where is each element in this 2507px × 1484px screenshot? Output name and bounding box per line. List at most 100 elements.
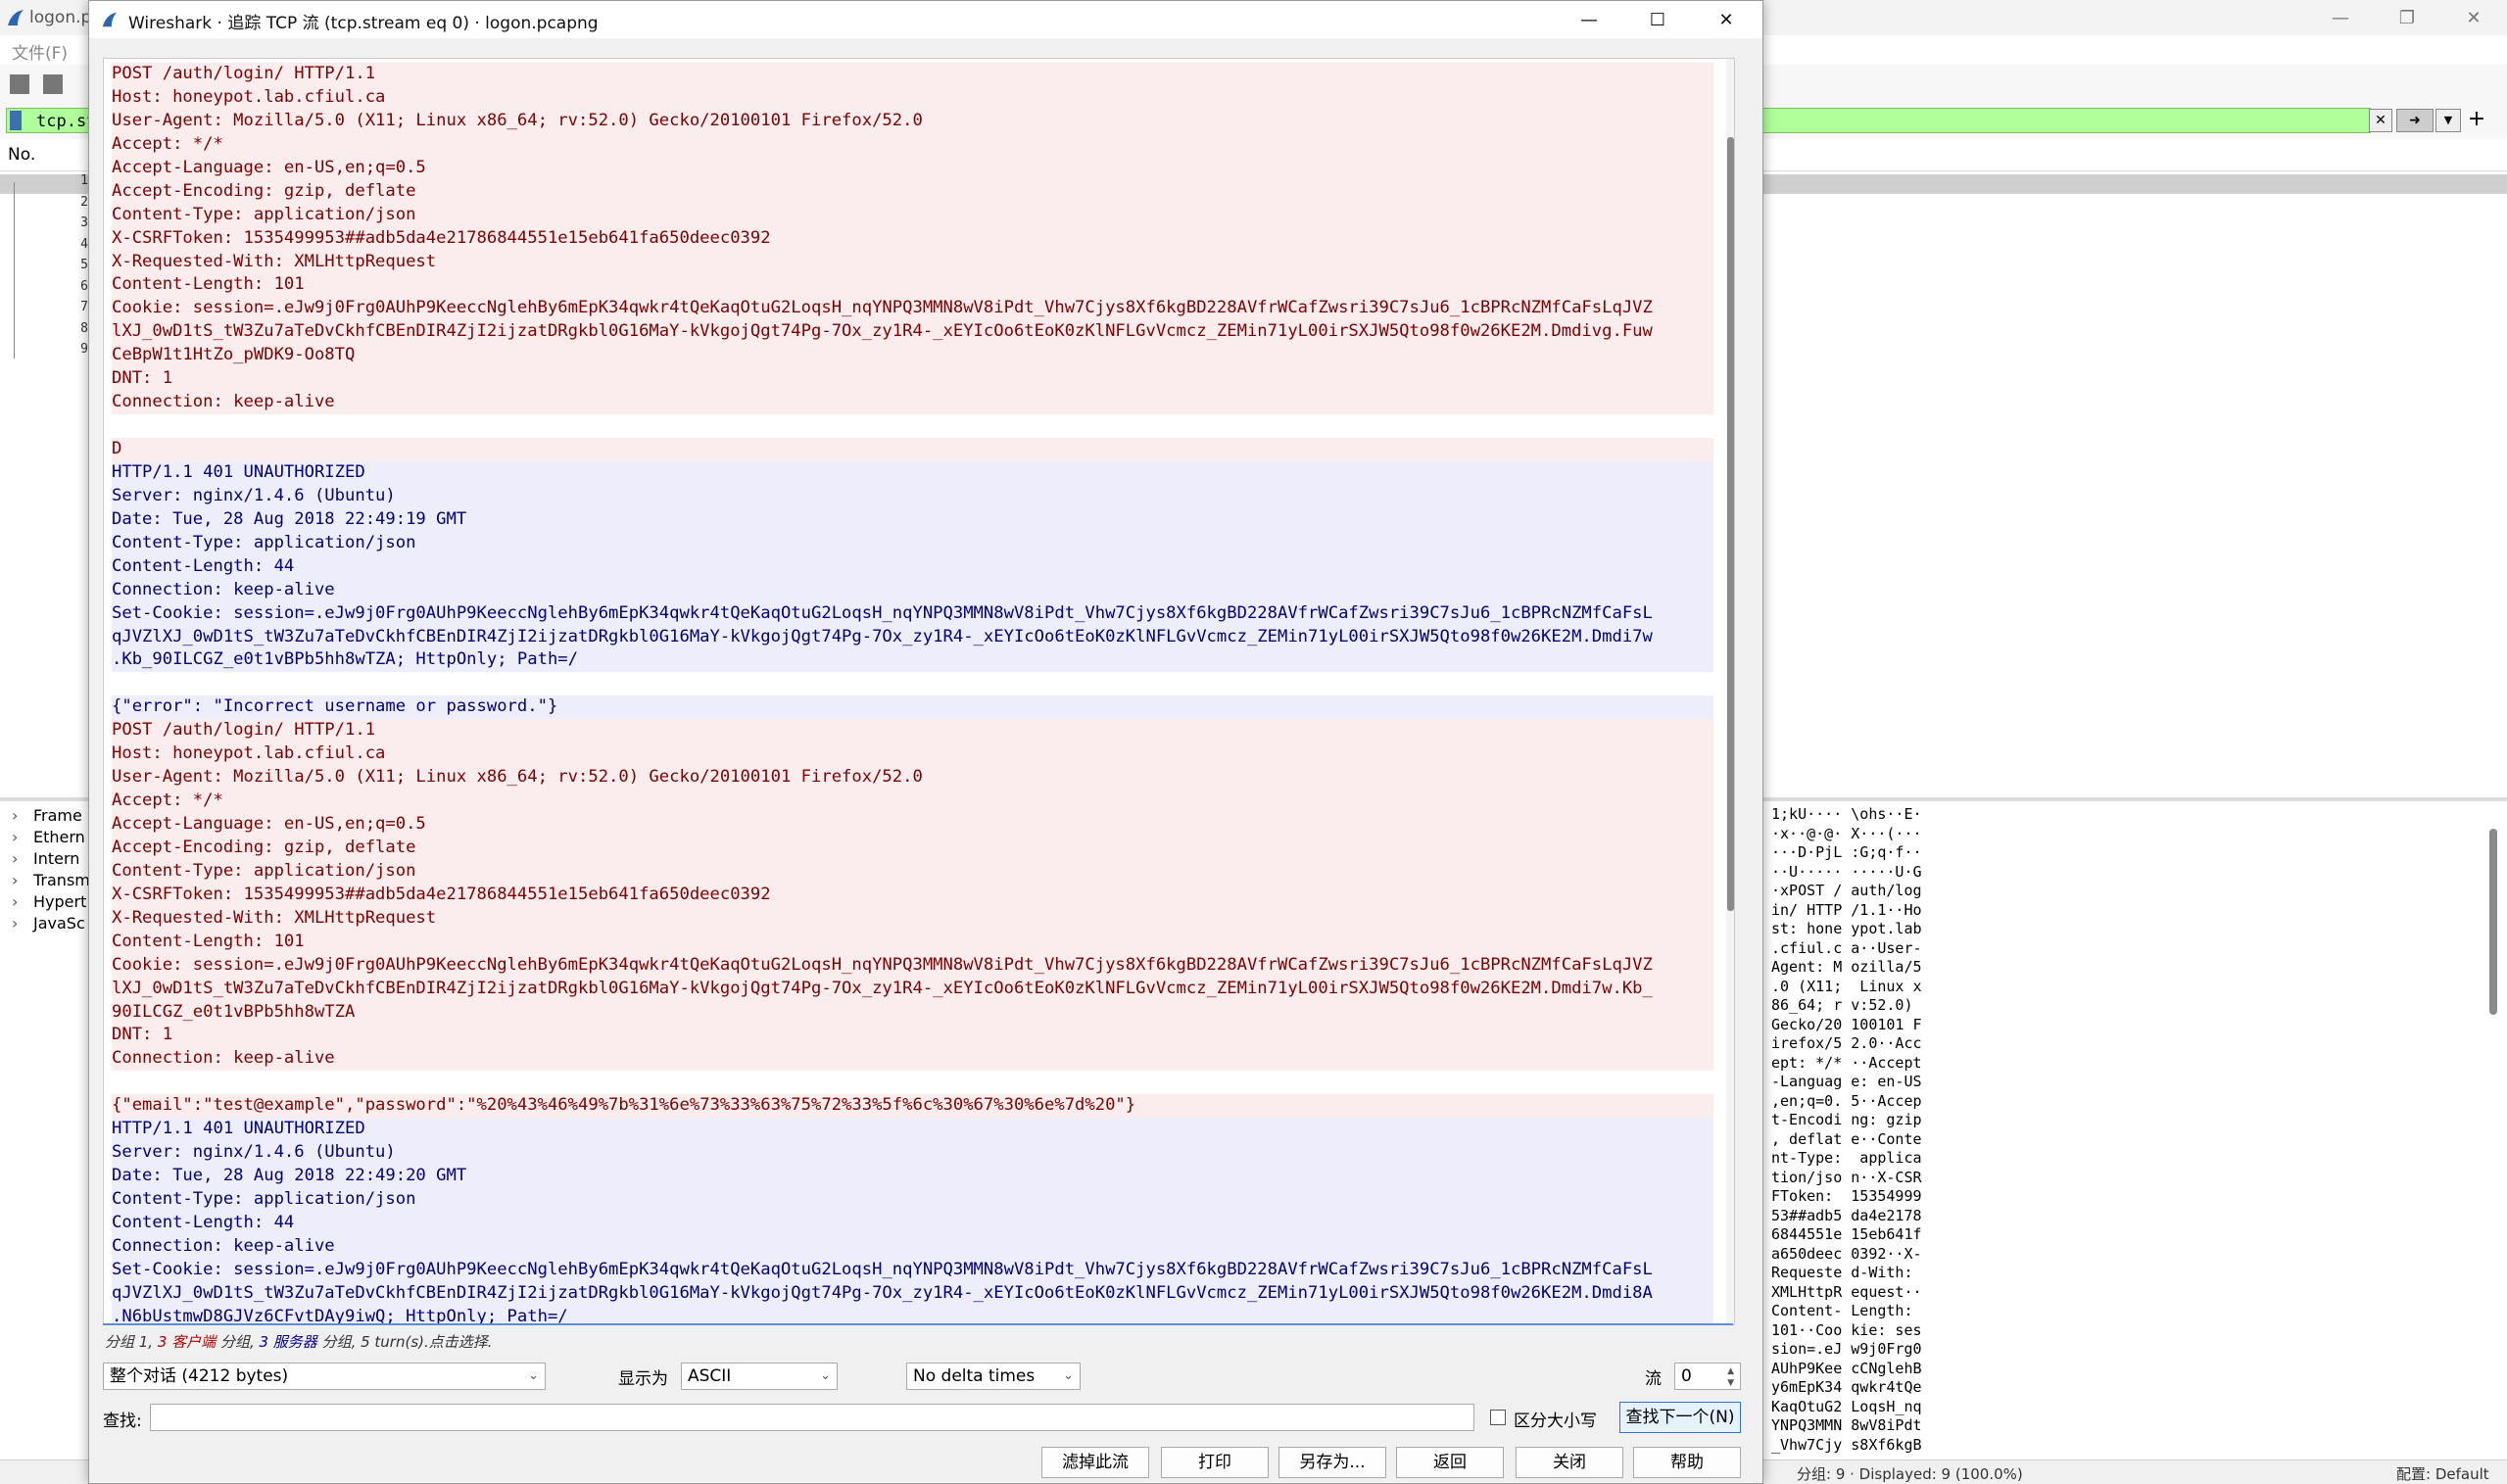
client-line[interactable]: Accept: */* (112, 132, 1713, 157)
server-line[interactable]: Server: nginx/1.4.6 (Ubuntu) (112, 484, 1713, 508)
print-button[interactable]: 打印 (1161, 1447, 1269, 1478)
packet-number[interactable]: 4 (10, 234, 88, 256)
server-line[interactable]: Server: nginx/1.4.6 (Ubuntu) (112, 1141, 1713, 1166)
client-line[interactable]: Cookie: session=.eJw9j0Frg0AUhP9KeeccNgl… (112, 953, 1713, 978)
packet-number[interactable]: 7 (10, 297, 88, 318)
server-line[interactable]: HTTP/1.1 401 UNAUTHORIZED (112, 1118, 1713, 1142)
server-line[interactable]: Set-Cookie: session=.eJw9j0Frg0AUhP9Keec… (112, 1258, 1713, 1282)
client-line[interactable]: X-CSRFToken: 1535499953##adb5da4e2178684… (112, 883, 1713, 907)
packet-number[interactable]: 3 (10, 213, 88, 234)
clear-filter-icon[interactable]: ✕ (2369, 109, 2392, 132)
server-line[interactable]: Content-Length: 44 (112, 554, 1713, 579)
stream-text[interactable]: POST /auth/login/ HTTP/1.1 Host: honeypot… (112, 63, 1713, 1324)
minimize-icon[interactable]: — (1555, 1, 1623, 38)
server-line[interactable]: Set-Cookie: session=.eJw9j0Frg0AUhP9Keec… (112, 601, 1713, 626)
client-line[interactable]: DNT: 1 (112, 367, 1713, 392)
server-line[interactable]: Date: Tue, 28 Aug 2018 22:49:19 GMT (112, 507, 1713, 532)
save-as-button[interactable]: 另存为... (1278, 1447, 1386, 1478)
client-line[interactable]: Accept: */* (112, 790, 1713, 813)
client-line[interactable]: Content-Length: 101 (112, 930, 1713, 954)
client-line[interactable]: lXJ_0wD1tS_tW3Zu7aTeDvCkhfCBEnDIR4ZjI2ij… (112, 320, 1713, 345)
server-line[interactable]: .Kb_90ILCGZ_e0t1vBPb5hh8wTZA; HttpOnly; … (112, 648, 1713, 673)
stop-capture-icon[interactable] (43, 74, 63, 94)
blank-line[interactable] (112, 414, 1713, 438)
detail-tree-item[interactable]: Ethern (12, 827, 90, 848)
client-line[interactable]: Connection: keep-alive (112, 391, 1713, 415)
server-line[interactable]: Content-Type: application/json (112, 531, 1713, 555)
bytes-scrollbar[interactable] (2489, 829, 2497, 1015)
client-line[interactable]: D (112, 438, 1713, 461)
detail-tree-item[interactable]: Transm (12, 870, 90, 891)
status-profile[interactable]: 配置: Default (2396, 1463, 2489, 1484)
server-line[interactable]: Content-Length: 44 (112, 1211, 1713, 1235)
client-line[interactable]: X-CSRFToken: 1535499953##adb5da4e2178684… (112, 226, 1713, 251)
client-line[interactable]: Content-Length: 101 (112, 273, 1713, 298)
close-button[interactable]: 关闭 (1516, 1447, 1623, 1478)
chevron-down-icon[interactable]: ▼ (2435, 109, 2461, 132)
menu-file[interactable]: 文件(F) (12, 39, 68, 64)
client-line[interactable]: {"email":"test@example","password":"%20%… (112, 1094, 1713, 1119)
close-icon[interactable]: ✕ (2440, 0, 2507, 35)
client-line[interactable]: POST /auth/login/ HTTP/1.1 (112, 63, 1713, 86)
client-line[interactable]: lXJ_0wD1tS_tW3Zu7aTeDvCkhfCBEnDIR4ZjI2ij… (112, 977, 1713, 1001)
client-line[interactable]: Content-Type: application/json (112, 859, 1713, 884)
find-input[interactable] (150, 1404, 1474, 1431)
client-line[interactable]: Connection: keep-alive (112, 1047, 1713, 1072)
detail-tree-item[interactable]: Hypert (12, 891, 90, 913)
packet-number[interactable]: 1 (10, 170, 88, 192)
client-line[interactable]: X-Requested-With: XMLHttpRequest (112, 906, 1713, 931)
column-header-no[interactable]: No. (8, 145, 35, 165)
server-line[interactable]: qJVZlXJ_0wD1tS_tW3Zu7aTeDvCkhfCBEnDIR4Zj… (112, 1281, 1713, 1306)
restore-icon[interactable]: ❐ (2374, 0, 2440, 35)
show-as-select[interactable]: ASCII ⌄ (681, 1363, 838, 1390)
client-line[interactable]: Accept-Encoding: gzip, deflate (112, 179, 1713, 204)
client-line[interactable]: 90ILCGZ_e0t1vBPb5hh8wTZA (112, 1000, 1713, 1025)
blank-line[interactable] (112, 672, 1713, 695)
packet-number[interactable]: 5 (10, 255, 88, 276)
client-line[interactable]: CeBpW1t1HtZo_pWDK9-Oo8TQ (112, 344, 1713, 368)
packet-number[interactable]: 8 (10, 318, 88, 340)
detail-tree-item[interactable]: JavaSc (12, 913, 90, 934)
maximize-icon[interactable]: ☐ (1623, 1, 1692, 38)
filter-out-button[interactable]: 滤掉此流 (1041, 1447, 1149, 1478)
add-filter-button-icon[interactable]: + (2465, 108, 2488, 131)
server-line[interactable]: Connection: keep-alive (112, 578, 1713, 602)
client-line[interactable]: Content-Type: application/json (112, 203, 1713, 227)
client-line[interactable]: Accept-Encoding: gzip, deflate (112, 836, 1713, 860)
client-line[interactable]: X-Requested-With: XMLHttpRequest (112, 250, 1713, 274)
find-next-button[interactable]: 查找下一个(N) (1619, 1402, 1741, 1433)
packet-number[interactable]: 6 (10, 276, 88, 298)
bookmark-icon[interactable] (10, 111, 22, 130)
client-line[interactable]: User-Agent: Mozilla/5.0 (X11; Linux x86_… (112, 109, 1713, 133)
close-icon[interactable]: ✕ (1692, 1, 1760, 38)
blank-line[interactable] (112, 1071, 1713, 1094)
apply-filter-icon[interactable]: ➜ (2396, 109, 2434, 132)
back-button[interactable]: 返回 (1396, 1447, 1504, 1478)
stream-content-pane[interactable]: POST /auth/login/ HTTP/1.1 Host: honeypot… (103, 58, 1735, 1325)
stream-index-stepper[interactable]: 0 ▲ ▼ (1674, 1363, 1741, 1390)
delta-times-select[interactable]: No delta times ⌄ (906, 1363, 1081, 1390)
shark-start-icon[interactable] (10, 74, 29, 94)
packet-number[interactable]: 9 (10, 339, 88, 360)
client-line[interactable]: POST /auth/login/ HTTP/1.1 (112, 719, 1713, 743)
client-line[interactable]: User-Agent: Mozilla/5.0 (X11; Linux x86_… (112, 766, 1713, 790)
server-line[interactable]: .N6bUstmwD8GJVz6CFvtDAy9iwQ; HttpOnly; P… (112, 1305, 1713, 1324)
server-line[interactable]: qJVZlXJ_0wD1tS_tW3Zu7aTeDvCkhfCBEnDIR4Zj… (112, 625, 1713, 649)
server-line[interactable]: Connection: keep-alive (112, 1234, 1713, 1259)
client-line[interactable]: Host: honeypot.lab.cfiul.ca (112, 742, 1713, 767)
minimize-icon[interactable]: — (2307, 0, 2374, 35)
client-line[interactable]: Cookie: session=.eJw9j0Frg0AUhP9KeeccNgl… (112, 297, 1713, 321)
case-sensitive-checkbox[interactable] (1490, 1410, 1506, 1425)
server-line[interactable]: Date: Tue, 28 Aug 2018 22:49:20 GMT (112, 1165, 1713, 1188)
client-line[interactable]: Accept-Language: en-US,en;q=0.5 (112, 156, 1713, 180)
conversation-select[interactable]: 整个对话 (4212 bytes) ⌄ (103, 1363, 546, 1390)
detail-tree-item[interactable]: Intern (12, 848, 90, 870)
client-line[interactable]: Host: honeypot.lab.cfiul.ca (112, 85, 1713, 110)
spin-arrows-icon[interactable]: ▲ ▼ (1727, 1365, 1734, 1389)
help-button[interactable]: 帮助 (1633, 1447, 1741, 1478)
detail-tree-item[interactable]: Frame (12, 805, 90, 827)
client-line[interactable]: DNT: 1 (112, 1024, 1713, 1048)
server-line[interactable]: {"error": "Incorrect username or passwor… (112, 695, 1713, 720)
client-line[interactable]: Accept-Language: en-US,en;q=0.5 (112, 813, 1713, 837)
packet-number[interactable]: 2 (10, 192, 88, 214)
